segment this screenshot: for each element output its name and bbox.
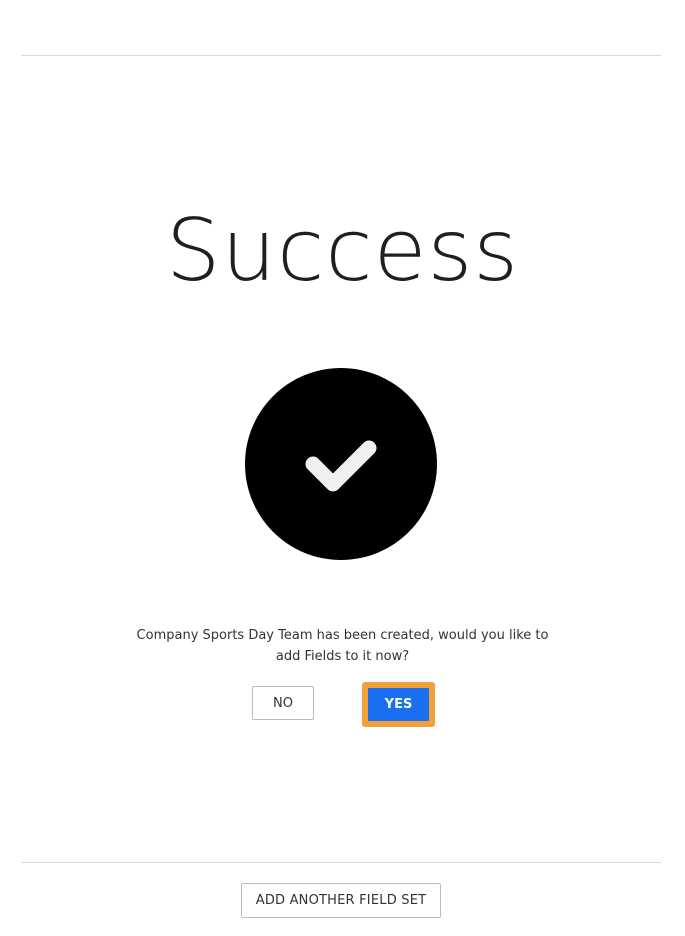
page-title: Success [165, 201, 520, 301]
message-line-1: Company Sports Day Team has been created… [136, 628, 549, 643]
top-divider [21, 55, 661, 56]
bottom-divider [21, 862, 661, 863]
success-check-icon [245, 368, 437, 560]
no-button[interactable]: NO [252, 686, 314, 720]
add-another-field-set-button[interactable]: ADD ANOTHER FIELD SET [241, 883, 441, 918]
confirmation-message: Company Sports Day Team has been created… [120, 625, 565, 667]
yes-button[interactable]: YES [368, 688, 429, 721]
message-line-2: add Fields to it now? [275, 649, 410, 664]
yes-button-focus-ring: YES [362, 682, 435, 727]
checkmark-icon [305, 440, 377, 492]
